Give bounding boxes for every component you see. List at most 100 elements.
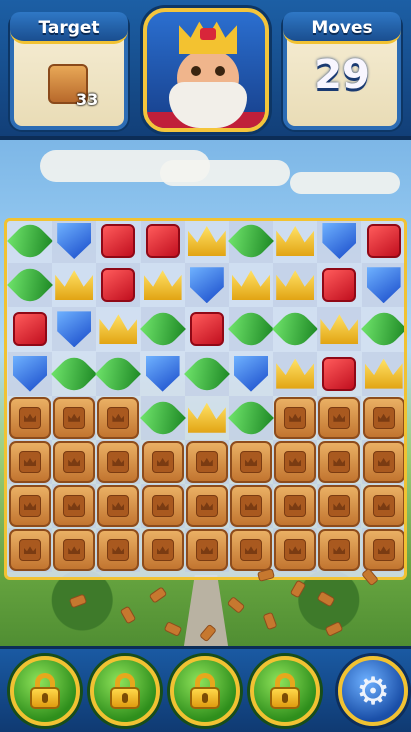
board-cell[interactable] <box>141 440 185 484</box>
board-cell[interactable] <box>185 307 229 351</box>
board-cell[interactable] <box>184 440 229 484</box>
board-cell[interactable] <box>228 221 274 264</box>
board-cell[interactable] <box>141 352 185 396</box>
board-cell[interactable] <box>96 484 140 528</box>
crown-gem <box>55 270 94 301</box>
crown-gem <box>187 226 226 256</box>
board-cell[interactable] <box>317 395 362 440</box>
board-cell[interactable] <box>361 351 404 396</box>
board-cell[interactable] <box>273 221 317 263</box>
board-cell[interactable] <box>52 221 97 263</box>
crown-gem <box>187 402 226 433</box>
crown-emblem-icon <box>240 539 262 562</box>
settings-button[interactable]: ⚙ <box>338 656 408 726</box>
crate-tile <box>9 396 51 439</box>
crate-tile <box>141 441 184 483</box>
board-cell[interactable] <box>273 351 318 396</box>
board-cell[interactable] <box>228 394 274 441</box>
board-cell[interactable] <box>185 484 229 528</box>
board-cell[interactable] <box>139 394 186 441</box>
board-cell[interactable] <box>317 263 361 307</box>
board-cell[interactable] <box>317 528 361 572</box>
board-cell[interactable] <box>95 350 142 397</box>
board-cell[interactable] <box>362 396 404 440</box>
board-cell[interactable] <box>8 528 52 573</box>
board-cell[interactable] <box>96 440 141 484</box>
board-cell[interactable] <box>141 263 185 307</box>
top-hud: Target 33 Moves 29 <box>0 0 411 140</box>
board-cell[interactable] <box>96 307 140 351</box>
board-cell[interactable] <box>139 306 186 353</box>
board-cell[interactable] <box>229 440 273 484</box>
board-cell[interactable] <box>8 440 52 484</box>
board-cell[interactable] <box>317 221 362 263</box>
crown-emblem-icon <box>328 406 351 429</box>
board-cell[interactable] <box>7 221 53 264</box>
board-cell[interactable] <box>183 350 230 397</box>
board-cell[interactable] <box>317 484 362 529</box>
board-cell[interactable] <box>273 440 318 484</box>
crown-gem <box>276 270 315 301</box>
board-cell[interactable] <box>360 306 404 353</box>
crate-tile <box>185 441 228 483</box>
board-cell[interactable] <box>185 221 229 263</box>
board-cell[interactable] <box>52 484 97 529</box>
green-gem <box>139 394 186 441</box>
board-cell[interactable] <box>361 528 404 573</box>
board-cell[interactable] <box>52 440 96 484</box>
board-cell[interactable] <box>228 306 274 353</box>
booster-3-button[interactable] <box>170 656 240 726</box>
crate-tile <box>318 441 361 483</box>
board-cell[interactable] <box>361 440 404 484</box>
green-gem <box>7 221 53 264</box>
board-cell[interactable] <box>362 484 404 528</box>
crown-emblem-icon <box>151 495 174 518</box>
crate-tile <box>53 529 96 572</box>
board-cell[interactable] <box>184 263 229 308</box>
board-cell[interactable] <box>96 396 140 440</box>
blue-gem <box>189 267 224 304</box>
board-cell[interactable] <box>361 263 404 308</box>
board-cell[interactable] <box>8 396 52 440</box>
board-cell[interactable] <box>229 484 273 529</box>
board-cell[interactable] <box>184 528 229 573</box>
board-cell[interactable] <box>52 395 97 440</box>
red-gem <box>13 312 47 347</box>
booster-1-button[interactable] <box>10 656 80 726</box>
booster-2-button[interactable] <box>90 656 160 726</box>
board-cell[interactable] <box>229 352 273 396</box>
board-cell[interactable] <box>51 350 98 397</box>
board-cell[interactable] <box>8 351 52 396</box>
board-cell[interactable] <box>52 307 97 352</box>
board-cell[interactable] <box>272 306 319 353</box>
target-label: Target <box>10 12 128 44</box>
board-cell[interactable] <box>362 221 404 263</box>
board-cell[interactable] <box>140 221 185 263</box>
board-cell[interactable] <box>52 528 96 572</box>
booster-4-button[interactable] <box>250 656 320 726</box>
red-gem <box>101 224 136 258</box>
board-cell[interactable] <box>273 528 318 573</box>
board-cell[interactable] <box>273 484 317 528</box>
board-cell[interactable] <box>229 263 273 307</box>
board-cell[interactable] <box>52 263 96 307</box>
board-cell[interactable] <box>96 263 141 308</box>
blue-gem <box>234 355 268 392</box>
board-cell[interactable] <box>96 221 140 263</box>
crate-tile <box>185 485 228 528</box>
board-cell[interactable] <box>8 484 52 528</box>
board-cell[interactable] <box>273 263 318 308</box>
board-cell[interactable] <box>273 396 317 440</box>
board-cell[interactable] <box>317 307 362 352</box>
board-cell[interactable] <box>140 484 185 529</box>
crate-tile <box>274 529 317 572</box>
board-cell[interactable] <box>185 396 229 440</box>
board-cell[interactable] <box>229 528 273 572</box>
board-cell[interactable] <box>7 262 53 309</box>
board-cell[interactable] <box>8 307 52 351</box>
board-cell[interactable] <box>141 528 185 572</box>
board-cell[interactable] <box>317 352 361 396</box>
board-cell[interactable] <box>317 440 361 484</box>
game-board <box>4 218 407 580</box>
board-cell[interactable] <box>96 528 141 573</box>
